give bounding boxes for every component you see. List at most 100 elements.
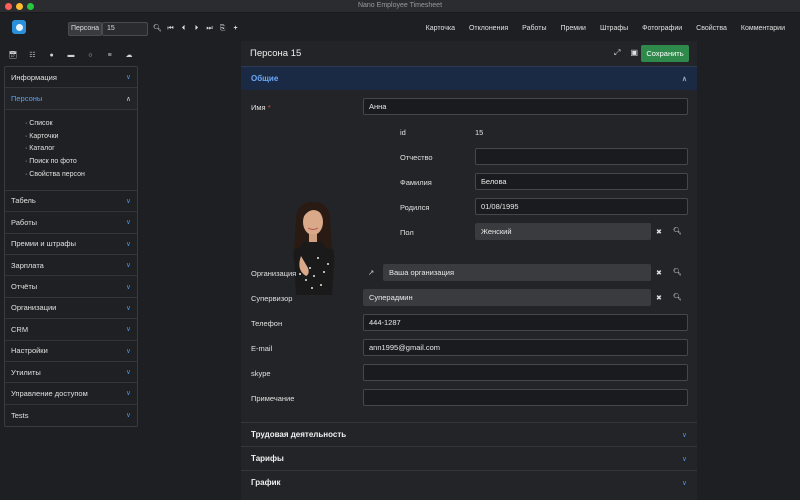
- chevron-down-icon: ∨: [125, 197, 131, 205]
- patronymic-field[interactable]: [475, 148, 688, 165]
- person-photo: [266, 190, 361, 295]
- topnav-properties[interactable]: Свойства: [689, 22, 734, 36]
- clear-icon[interactable]: ✖: [656, 294, 662, 302]
- sidebar-item-crm[interactable]: CRM ∨: [5, 319, 137, 341]
- submenu-person-properties[interactable]: · Свойства персон: [25, 169, 137, 182]
- email-label: E-mail: [251, 344, 273, 353]
- app-logo-icon: [12, 20, 26, 34]
- surname-field[interactable]: Белова: [475, 173, 688, 190]
- chevron-up-icon: ∧: [681, 75, 687, 83]
- section-tariffs-header[interactable]: Тарифы ∨: [241, 446, 697, 470]
- gender-label: Пол: [400, 228, 414, 237]
- chevron-down-icon: ∨: [125, 74, 131, 82]
- chevron-down-icon: ∨: [125, 283, 131, 291]
- external-link-icon[interactable]: ↗: [368, 268, 374, 277]
- next-record-icon[interactable]: ⏵︎: [190, 23, 203, 35]
- topnav-bonuses[interactable]: Премии: [553, 22, 592, 36]
- id-label: id: [400, 128, 406, 137]
- clear-icon[interactable]: ✖: [656, 228, 662, 236]
- general-section-body: Имя * Анна id 15 Отчество Фамилия Белова…: [241, 90, 697, 420]
- search-icon[interactable]: 🔍︎: [673, 268, 682, 276]
- person-icon[interactable]: ●: [46, 52, 58, 59]
- record-label: Персона: [68, 22, 102, 36]
- sidebar-item-timesheet[interactable]: Табель ∨: [5, 191, 137, 213]
- topnav-deviations[interactable]: Отклонения: [462, 22, 515, 36]
- chevron-down-icon: ∨: [125, 326, 131, 334]
- sidebar-item-settings[interactable]: Настройки ∨: [5, 341, 137, 362]
- sidebar-item-persons[interactable]: Персоны ∧: [5, 88, 137, 110]
- submenu-cards[interactable]: · Карточки: [25, 131, 137, 144]
- sidebar-item-info[interactable]: Информация ∨: [5, 67, 137, 89]
- prev-record-icon[interactable]: ⏴︎: [177, 23, 190, 35]
- chevron-down-icon: ∨: [125, 240, 131, 248]
- chevron-up-icon: ∧: [125, 95, 131, 103]
- chevron-down-icon: ∨: [125, 412, 131, 420]
- skype-label: skype: [251, 369, 271, 378]
- chevron-down-icon: ∨: [125, 369, 131, 377]
- topnav-works[interactable]: Работы: [515, 22, 553, 36]
- section-general-header[interactable]: Общие ∧: [241, 66, 697, 90]
- sidebar-item-utilities[interactable]: Утилиты ∨: [5, 362, 137, 384]
- sidebar-item-reports[interactable]: Отчёты ∨: [5, 276, 137, 298]
- chevron-down-icon: ∨: [125, 219, 131, 227]
- name-field[interactable]: Анна: [363, 98, 688, 115]
- search-icon[interactable]: 🔍︎: [673, 293, 682, 301]
- skype-field[interactable]: [363, 364, 688, 381]
- supervisor-label: Супервизор: [251, 294, 293, 303]
- calendar-icon[interactable]: 📅︎: [7, 51, 19, 59]
- card-icon[interactable]: ▬: [65, 52, 77, 59]
- camera-icon[interactable]: ▣: [630, 48, 638, 58]
- topnav-photos[interactable]: Фотографии: [635, 22, 689, 36]
- section-schedule-header[interactable]: График ∨: [241, 470, 697, 494]
- chevron-down-icon: ∨: [681, 431, 687, 439]
- expand-icon[interactable]: ⤢: [614, 48, 620, 58]
- birth-label: Родился: [400, 203, 430, 212]
- persons-submenu: · Список · Карточки · Каталог · Поиск по…: [5, 110, 137, 191]
- chevron-down-icon: ∨: [125, 390, 131, 398]
- section-employment-header[interactable]: Трудовая деятельность ∨: [241, 422, 697, 446]
- chevron-down-icon: ∨: [125, 347, 131, 355]
- sidebar-item-tests[interactable]: Tests ∨: [5, 405, 137, 426]
- surname-label: Фамилия: [400, 178, 432, 187]
- person-photo-image: [293, 202, 335, 295]
- save-button[interactable]: Сохранить: [641, 45, 689, 62]
- last-record-icon[interactable]: ⏭︎: [203, 23, 216, 35]
- org-label: Организация: [251, 269, 297, 278]
- supervisor-select[interactable]: Суперадмин: [363, 289, 651, 306]
- sidebar: 📅︎ ☷ ● ▬ ○ ≡ ☁︎ Информация ∨ Персоны ∧ · С…: [4, 46, 138, 428]
- database-icon[interactable]: ≡: [104, 52, 116, 59]
- chat-icon[interactable]: ○: [84, 52, 96, 59]
- clear-icon[interactable]: ✖: [656, 269, 662, 277]
- first-record-icon[interactable]: ⏮︎: [164, 23, 177, 35]
- birth-date-field[interactable]: 01/08/1995: [475, 198, 688, 215]
- submenu-list[interactable]: · Список: [25, 118, 137, 131]
- gender-select[interactable]: Женский: [475, 223, 651, 240]
- org-tree-icon[interactable]: ☷: [26, 51, 38, 59]
- sidebar-item-bonuses-fines[interactable]: Премии и штрафы ∨: [5, 234, 137, 255]
- sidebar-accordion: Информация ∨ Персоны ∧ · Список · Карточки…: [4, 66, 138, 428]
- toolbar: Персона 15 🔍︎ ⏮︎ ⏴︎ ⏵︎ ⏭︎ ⎘ + Карточка О…: [0, 13, 800, 41]
- sidebar-item-organizations[interactable]: Организации ∨: [5, 298, 137, 320]
- submenu-catalog[interactable]: · Каталог: [25, 143, 137, 156]
- org-select[interactable]: Ваша организация: [383, 264, 651, 281]
- submenu-photo-search[interactable]: · Поиск по фото: [25, 156, 137, 169]
- chevron-down-icon: ∨: [681, 479, 687, 487]
- sidebar-item-salary[interactable]: Зарплата ∨: [5, 255, 137, 277]
- record-id-input[interactable]: 15: [102, 22, 148, 36]
- cloud-download-icon[interactable]: ☁︎: [123, 51, 135, 59]
- chevron-down-icon: ∨: [125, 304, 131, 312]
- topnav-comments[interactable]: Комментарии: [734, 22, 792, 36]
- topnav-fines[interactable]: Штрафы: [593, 22, 635, 36]
- add-icon[interactable]: +: [229, 23, 242, 35]
- phone-field[interactable]: 444-1287: [363, 314, 688, 331]
- search-icon[interactable]: 🔍︎: [151, 23, 164, 35]
- sidebar-item-access[interactable]: Управление доступом ∨: [5, 383, 137, 405]
- sidebar-item-works[interactable]: Работы ∨: [5, 212, 137, 234]
- search-icon[interactable]: 🔍︎: [673, 227, 682, 235]
- note-field[interactable]: [363, 389, 688, 406]
- main-header: Персона 15 ⤢ ▣ Сохранить: [241, 41, 697, 66]
- email-field[interactable]: ann1995@gmail.com: [363, 339, 688, 356]
- copy-icon[interactable]: ⎘: [216, 23, 229, 35]
- chevron-down-icon: ∨: [125, 262, 131, 270]
- topnav-card[interactable]: Карточка: [419, 22, 462, 36]
